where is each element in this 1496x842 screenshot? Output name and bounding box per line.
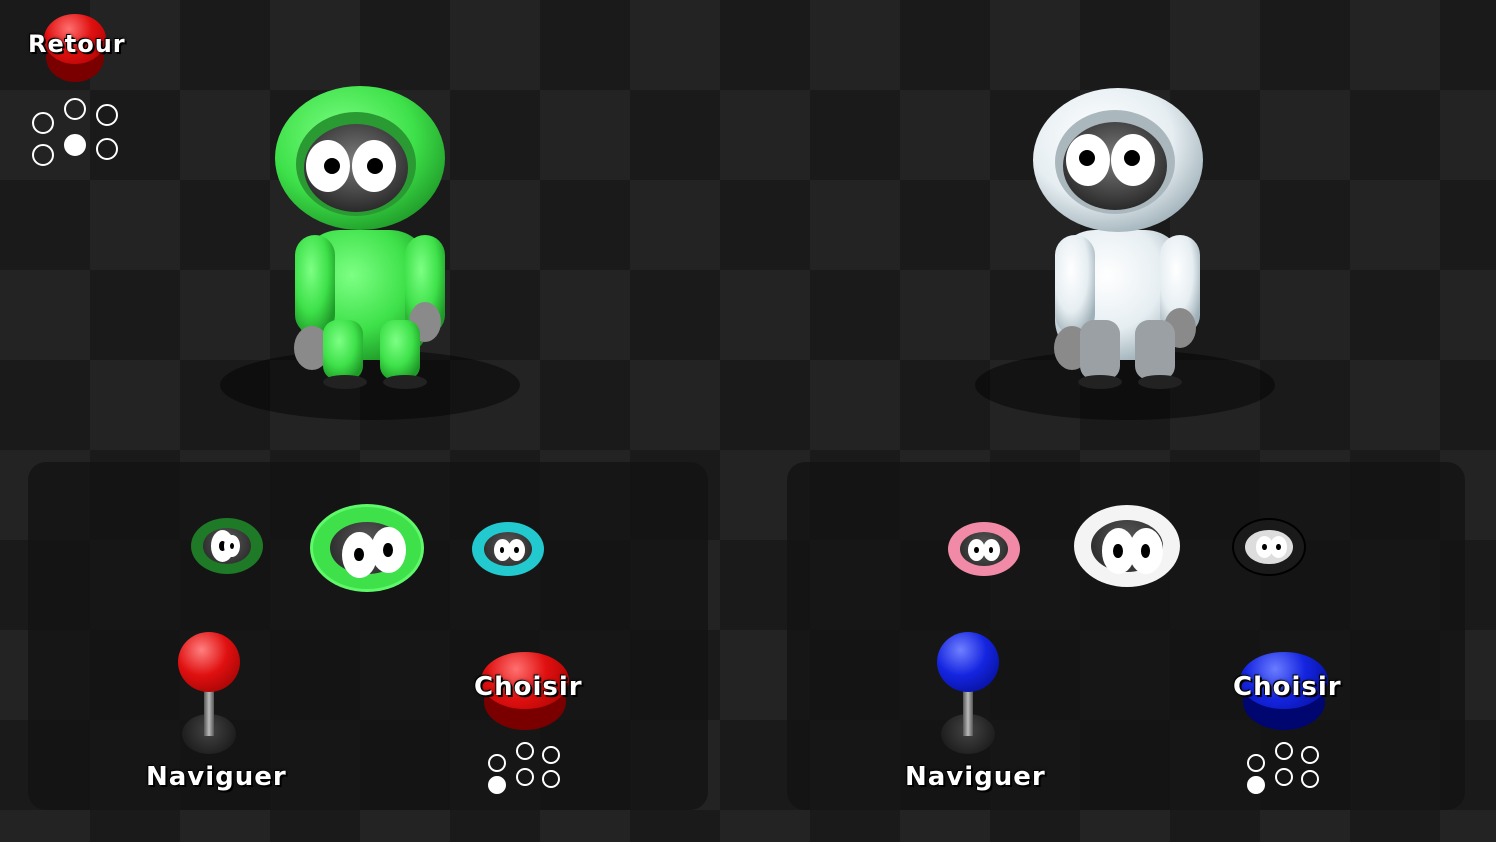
back-button-layout-icon [30,98,122,168]
player2-button-layout-icon [1245,742,1325,798]
player2-skin-option-1[interactable] [948,522,1020,576]
player1-skin-option-1[interactable] [191,518,263,574]
player2-skin-option-3[interactable] [1234,520,1304,574]
player1-skin-option-3[interactable] [472,522,544,576]
back-control[interactable]: Retour [28,10,125,170]
player1-button-layout-icon [486,742,566,798]
player2-joystick-icon [935,630,1001,754]
player1-joystick-icon [176,630,242,754]
back-button-label: Retour [28,30,126,58]
player2-navigate-label: Naviguer [905,762,1046,792]
player2-selection-panel: Naviguer Choisir [787,462,1465,810]
player2-character-preview [975,80,1275,420]
player1-character-preview [220,80,520,420]
player2-choose-label: Choisir [1233,672,1342,702]
player1-choose-label: Choisir [474,672,583,702]
player2-skin-option-2-selected[interactable] [1074,505,1180,587]
player1-selection-panel: Naviguer Choisir [28,462,708,810]
player1-skin-option-2-selected[interactable] [313,507,421,589]
player1-navigate-label: Naviguer [146,762,287,792]
